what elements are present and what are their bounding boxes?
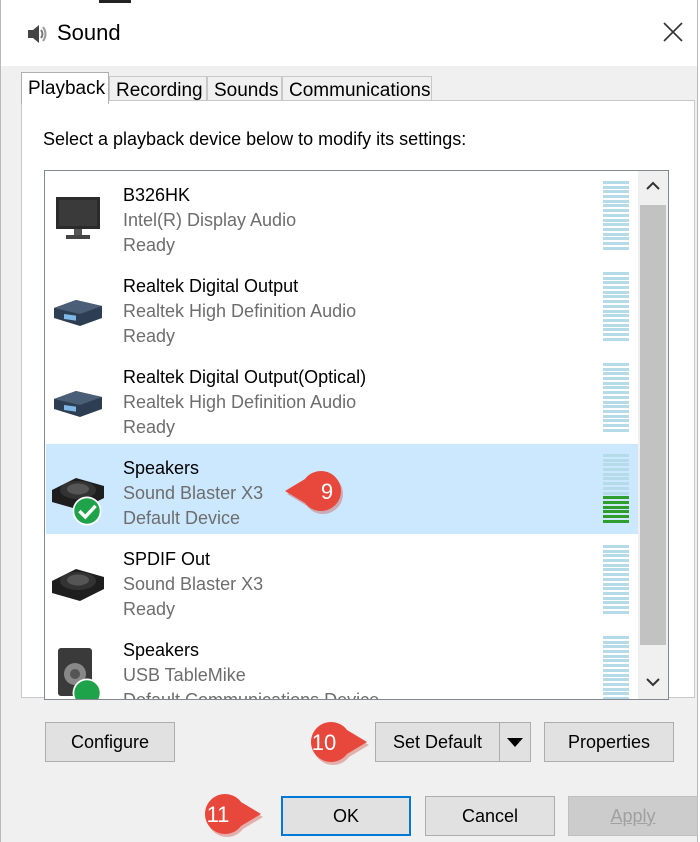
close-button[interactable] xyxy=(647,10,697,56)
device-status: Default Device xyxy=(123,508,241,528)
device-row[interactable]: Realtek Digital Output Realtek High Defin… xyxy=(46,262,638,352)
set-default-label: Set Default xyxy=(393,731,483,752)
sound-dialog: Sound Playback Recording Sounds Communic… xyxy=(0,0,698,842)
device-row[interactable]: SPDIF Out Sound Blaster X3 Ready xyxy=(46,535,638,625)
device-subtitle: USB TableMike xyxy=(123,665,246,685)
chevron-up-icon xyxy=(646,181,660,190)
scroll-up-button[interactable] xyxy=(638,171,668,201)
device-status: Ready xyxy=(123,417,176,437)
playback-panel: Select a playback device below to modify… xyxy=(21,100,695,700)
callout-11: 11 xyxy=(205,794,263,837)
callout-10-label: 10 xyxy=(312,730,336,755)
close-icon xyxy=(663,22,683,42)
digital-output-icon xyxy=(50,278,106,338)
level-meter xyxy=(603,545,629,615)
device-name: Realtek Digital Output xyxy=(123,276,299,296)
speaker-icon xyxy=(28,25,47,43)
window-title: Sound xyxy=(57,20,121,45)
usb-speaker-icon xyxy=(50,642,106,699)
apply-button: Apply xyxy=(568,796,698,836)
device-name: SPDIF Out xyxy=(123,549,211,569)
vertical-scrollbar[interactable] xyxy=(638,171,668,699)
callout-9-label: 9 xyxy=(321,479,333,504)
device-status: Default Communications Device xyxy=(123,690,380,700)
device-name: Speakers xyxy=(123,458,200,478)
device-subtitle: Intel(R) Display Audio xyxy=(123,210,297,230)
device-name: Speakers xyxy=(123,640,200,660)
instruction-text: Select a playback device below to modify… xyxy=(43,129,467,149)
callout-11-label: 11 xyxy=(207,802,230,827)
ok-button[interactable]: OK xyxy=(281,796,411,836)
monitor-icon xyxy=(50,187,106,247)
device-row[interactable]: Speakers USB TableMike Default Communicati… xyxy=(46,626,638,700)
sound-blaster-icon xyxy=(50,551,106,611)
callout-9: 9 xyxy=(285,471,343,514)
device-list[interactable]: B326HK Intel(R) Display Audio Ready Realtek… xyxy=(44,170,669,700)
tab-playback[interactable]: Playback xyxy=(21,72,109,104)
apply-label: Apply xyxy=(610,805,656,826)
configure-button[interactable]: Configure xyxy=(45,722,175,762)
sound-blaster-icon xyxy=(50,460,106,526)
tab-recording[interactable]: Recording xyxy=(109,76,207,103)
properties-button[interactable]: Properties xyxy=(544,722,674,762)
level-meter xyxy=(603,363,629,433)
device-name: Realtek Digital Output(Optical) xyxy=(123,367,367,387)
device-subtitle: Sound Blaster X3 xyxy=(123,574,264,594)
device-name: B326HK xyxy=(123,185,191,205)
digital-output-icon xyxy=(50,369,106,429)
chevron-down-icon xyxy=(646,678,660,687)
level-meter xyxy=(603,636,629,699)
device-subtitle: Sound Blaster X3 xyxy=(123,483,264,503)
device-status: Ready xyxy=(123,599,176,619)
caret-down-icon xyxy=(507,738,523,747)
device-status: Ready xyxy=(123,326,176,346)
device-subtitle: Realtek High Definition Audio xyxy=(123,392,357,412)
level-meter xyxy=(603,181,629,251)
level-meter xyxy=(603,454,629,524)
scroll-down-button[interactable] xyxy=(638,667,668,697)
top-strip xyxy=(1,0,697,6)
device-subtitle: Realtek High Definition Audio xyxy=(123,301,357,321)
tab-sounds[interactable]: Sounds xyxy=(207,76,282,103)
level-meter xyxy=(603,272,629,342)
cancel-button[interactable]: Cancel xyxy=(425,796,555,836)
device-status: Ready xyxy=(123,235,176,255)
device-row[interactable]: Realtek Digital Output(Optical) Realtek H… xyxy=(46,353,638,443)
title-bar[interactable]: Sound xyxy=(1,0,697,66)
device-row[interactable]: B326HK Intel(R) Display Audio Ready xyxy=(46,171,638,261)
tab-communications[interactable]: Communications xyxy=(282,76,432,103)
scrollbar-thumb[interactable] xyxy=(640,205,666,645)
set-default-dropdown[interactable] xyxy=(500,722,530,762)
callout-10: 10 xyxy=(311,722,369,765)
